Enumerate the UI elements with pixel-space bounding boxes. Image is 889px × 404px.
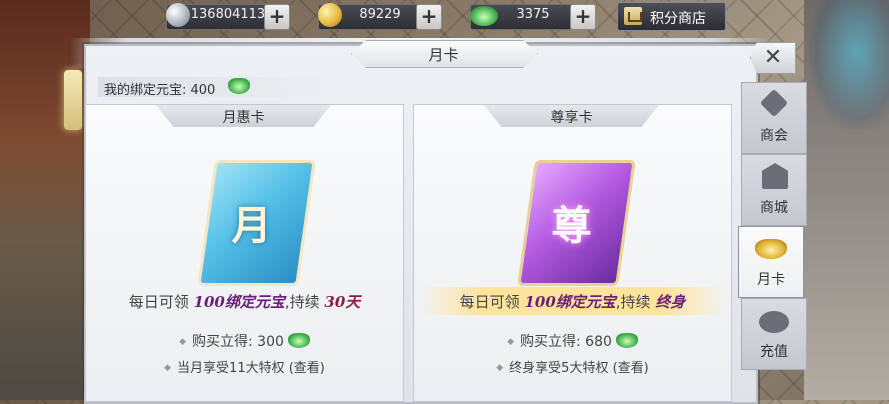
add-gold-button[interactable]: + [416, 4, 442, 30]
card-description: 每日可领 100绑定元宝,持续 终身 [459, 293, 686, 311]
add-silver-button[interactable]: + [264, 4, 290, 30]
window-title: 月卡 [428, 46, 459, 64]
premium-card[interactable]: 尊享卡 尊 每日可领 100绑定元宝,持续 终身 ◆ 购买立得: 680 ◆ 终身享… [413, 104, 732, 402]
points-shop-label: 积分商店 [650, 11, 706, 27]
tab-recharge[interactable]: 充值 [741, 298, 807, 370]
gold-value: 89229 [359, 7, 401, 22]
gold-coin-icon [318, 3, 342, 27]
guild-icon [759, 88, 789, 118]
bound-ingot-icon [470, 6, 498, 26]
privilege-link[interactable]: ◆ 终身享受5大特权 (查看) [414, 357, 731, 376]
ingot-icon [287, 333, 310, 348]
purchase-reward: ◆ 购买立得: 680 [414, 331, 731, 351]
ingot-value: 3375 [516, 7, 550, 22]
bound-ingot-label: 我的绑定元宝: 400 [104, 83, 216, 98]
character-figure [809, 0, 889, 130]
card-description: 每日可领 100绑定元宝,持续 30天 [128, 293, 361, 311]
points-shop-button[interactable]: 积分商店 [617, 2, 726, 31]
tab-store[interactable]: 商城 [741, 154, 807, 226]
silver-resource: 136804113 + [166, 3, 290, 30]
card-header: 尊享卡 [550, 110, 593, 126]
ingot-icon [755, 239, 787, 259]
ingot-icon [615, 333, 638, 348]
add-ingot-button[interactable]: + [570, 4, 596, 30]
monthly-card-char: 月 [231, 202, 272, 249]
purchase-reward: ◆ 购买立得: 300 [86, 331, 403, 351]
silver-coin-icon [166, 3, 190, 27]
lantern-decoration [64, 70, 82, 130]
premium-card-char: 尊 [551, 202, 592, 249]
card-header: 月惠卡 [222, 110, 265, 126]
monthly-discount-card[interactable]: 月惠卡 月 每日可领 100绑定元宝,持续 30天 ◆ 购买立得: 300 ◆ 当月… [85, 104, 404, 402]
silver-value: 136804113 [190, 7, 266, 22]
tab-guild[interactable]: 商会 [741, 82, 807, 154]
close-button[interactable]: ✕ [750, 42, 796, 74]
recharge-icon [759, 311, 789, 333]
tab-monthly-card[interactable]: 月卡 [738, 226, 804, 298]
ingot-resource: 3375 + [470, 3, 596, 30]
bound-ingot-icon [228, 78, 250, 94]
gold-resource: 89229 + [318, 3, 442, 30]
store-icon [762, 163, 788, 189]
shop-icon [624, 7, 642, 25]
privilege-link[interactable]: ◆ 当月享受11大特权 (查看) [86, 357, 403, 376]
